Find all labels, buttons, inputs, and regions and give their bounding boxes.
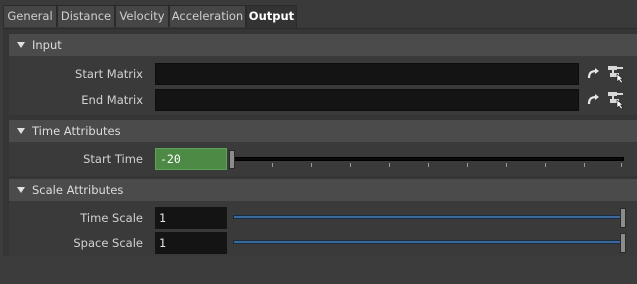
tab-acceleration[interactable]: Acceleration (169, 5, 246, 27)
time-scale-slider[interactable] (233, 215, 625, 219)
section-body-scale-attributes: Time Scale 1 Space Scale 1 (9, 201, 637, 257)
tab-output[interactable]: Output (246, 5, 297, 29)
select-node-icon[interactable] (607, 91, 624, 110)
slider-tick (272, 163, 273, 167)
section-header-input[interactable]: Input (9, 34, 637, 56)
slider-tick (545, 163, 546, 167)
slider-tick (506, 163, 507, 167)
start-matrix-label: Start Matrix (75, 67, 143, 81)
expand-arrow-icon[interactable] (586, 92, 602, 108)
start-matrix-field[interactable] (155, 63, 579, 85)
section-body-time-attributes: Start Time -20 (9, 142, 637, 176)
collapse-triangle-icon[interactable] (17, 128, 25, 134)
section-header-scale-attributes[interactable]: Scale Attributes (9, 179, 637, 201)
space-scale-slider-handle[interactable] (620, 233, 626, 253)
tab-bar: General Distance Velocity Acceleration O… (0, 0, 637, 29)
end-matrix-label: End Matrix (81, 93, 143, 107)
slider-tick (467, 163, 468, 167)
select-node-icon[interactable] (607, 65, 624, 84)
time-scale-field[interactable]: 1 (155, 207, 227, 229)
section-title-input: Input (32, 38, 62, 52)
tab-velocity[interactable]: Velocity (115, 5, 169, 27)
section-title-scale-attributes: Scale Attributes (32, 183, 124, 197)
tab-general[interactable]: General (3, 5, 57, 27)
slider-tick (621, 163, 622, 167)
expand-arrow-icon[interactable] (586, 66, 602, 82)
slider-tick (428, 163, 429, 167)
slider-tick (350, 163, 351, 167)
time-scale-slider-handle[interactable] (620, 208, 626, 228)
collapse-triangle-icon[interactable] (17, 187, 25, 193)
section-header-time-attributes[interactable]: Time Attributes (9, 120, 637, 142)
slider-tick (311, 163, 312, 167)
time-scale-label: Time Scale (80, 211, 143, 225)
slider-tick (584, 163, 585, 167)
slider-tick (389, 163, 390, 167)
space-scale-label: Space Scale (73, 236, 143, 250)
collapse-triangle-icon[interactable] (17, 42, 25, 48)
start-time-slider-handle[interactable] (229, 150, 235, 169)
start-time-label: Start Time (83, 152, 143, 166)
start-time-slider[interactable] (233, 157, 624, 161)
section-body-input: Start Matrix End Matrix (9, 56, 637, 115)
parameter-panel: Input Start Matrix End Matrix Time Attri… (3, 28, 637, 257)
space-scale-field[interactable]: 1 (155, 232, 227, 254)
section-title-time-attributes: Time Attributes (32, 124, 121, 138)
tab-distance[interactable]: Distance (57, 5, 115, 27)
start-time-field[interactable]: -20 (155, 148, 227, 170)
space-scale-slider[interactable] (233, 240, 625, 244)
end-matrix-field[interactable] (155, 89, 579, 111)
